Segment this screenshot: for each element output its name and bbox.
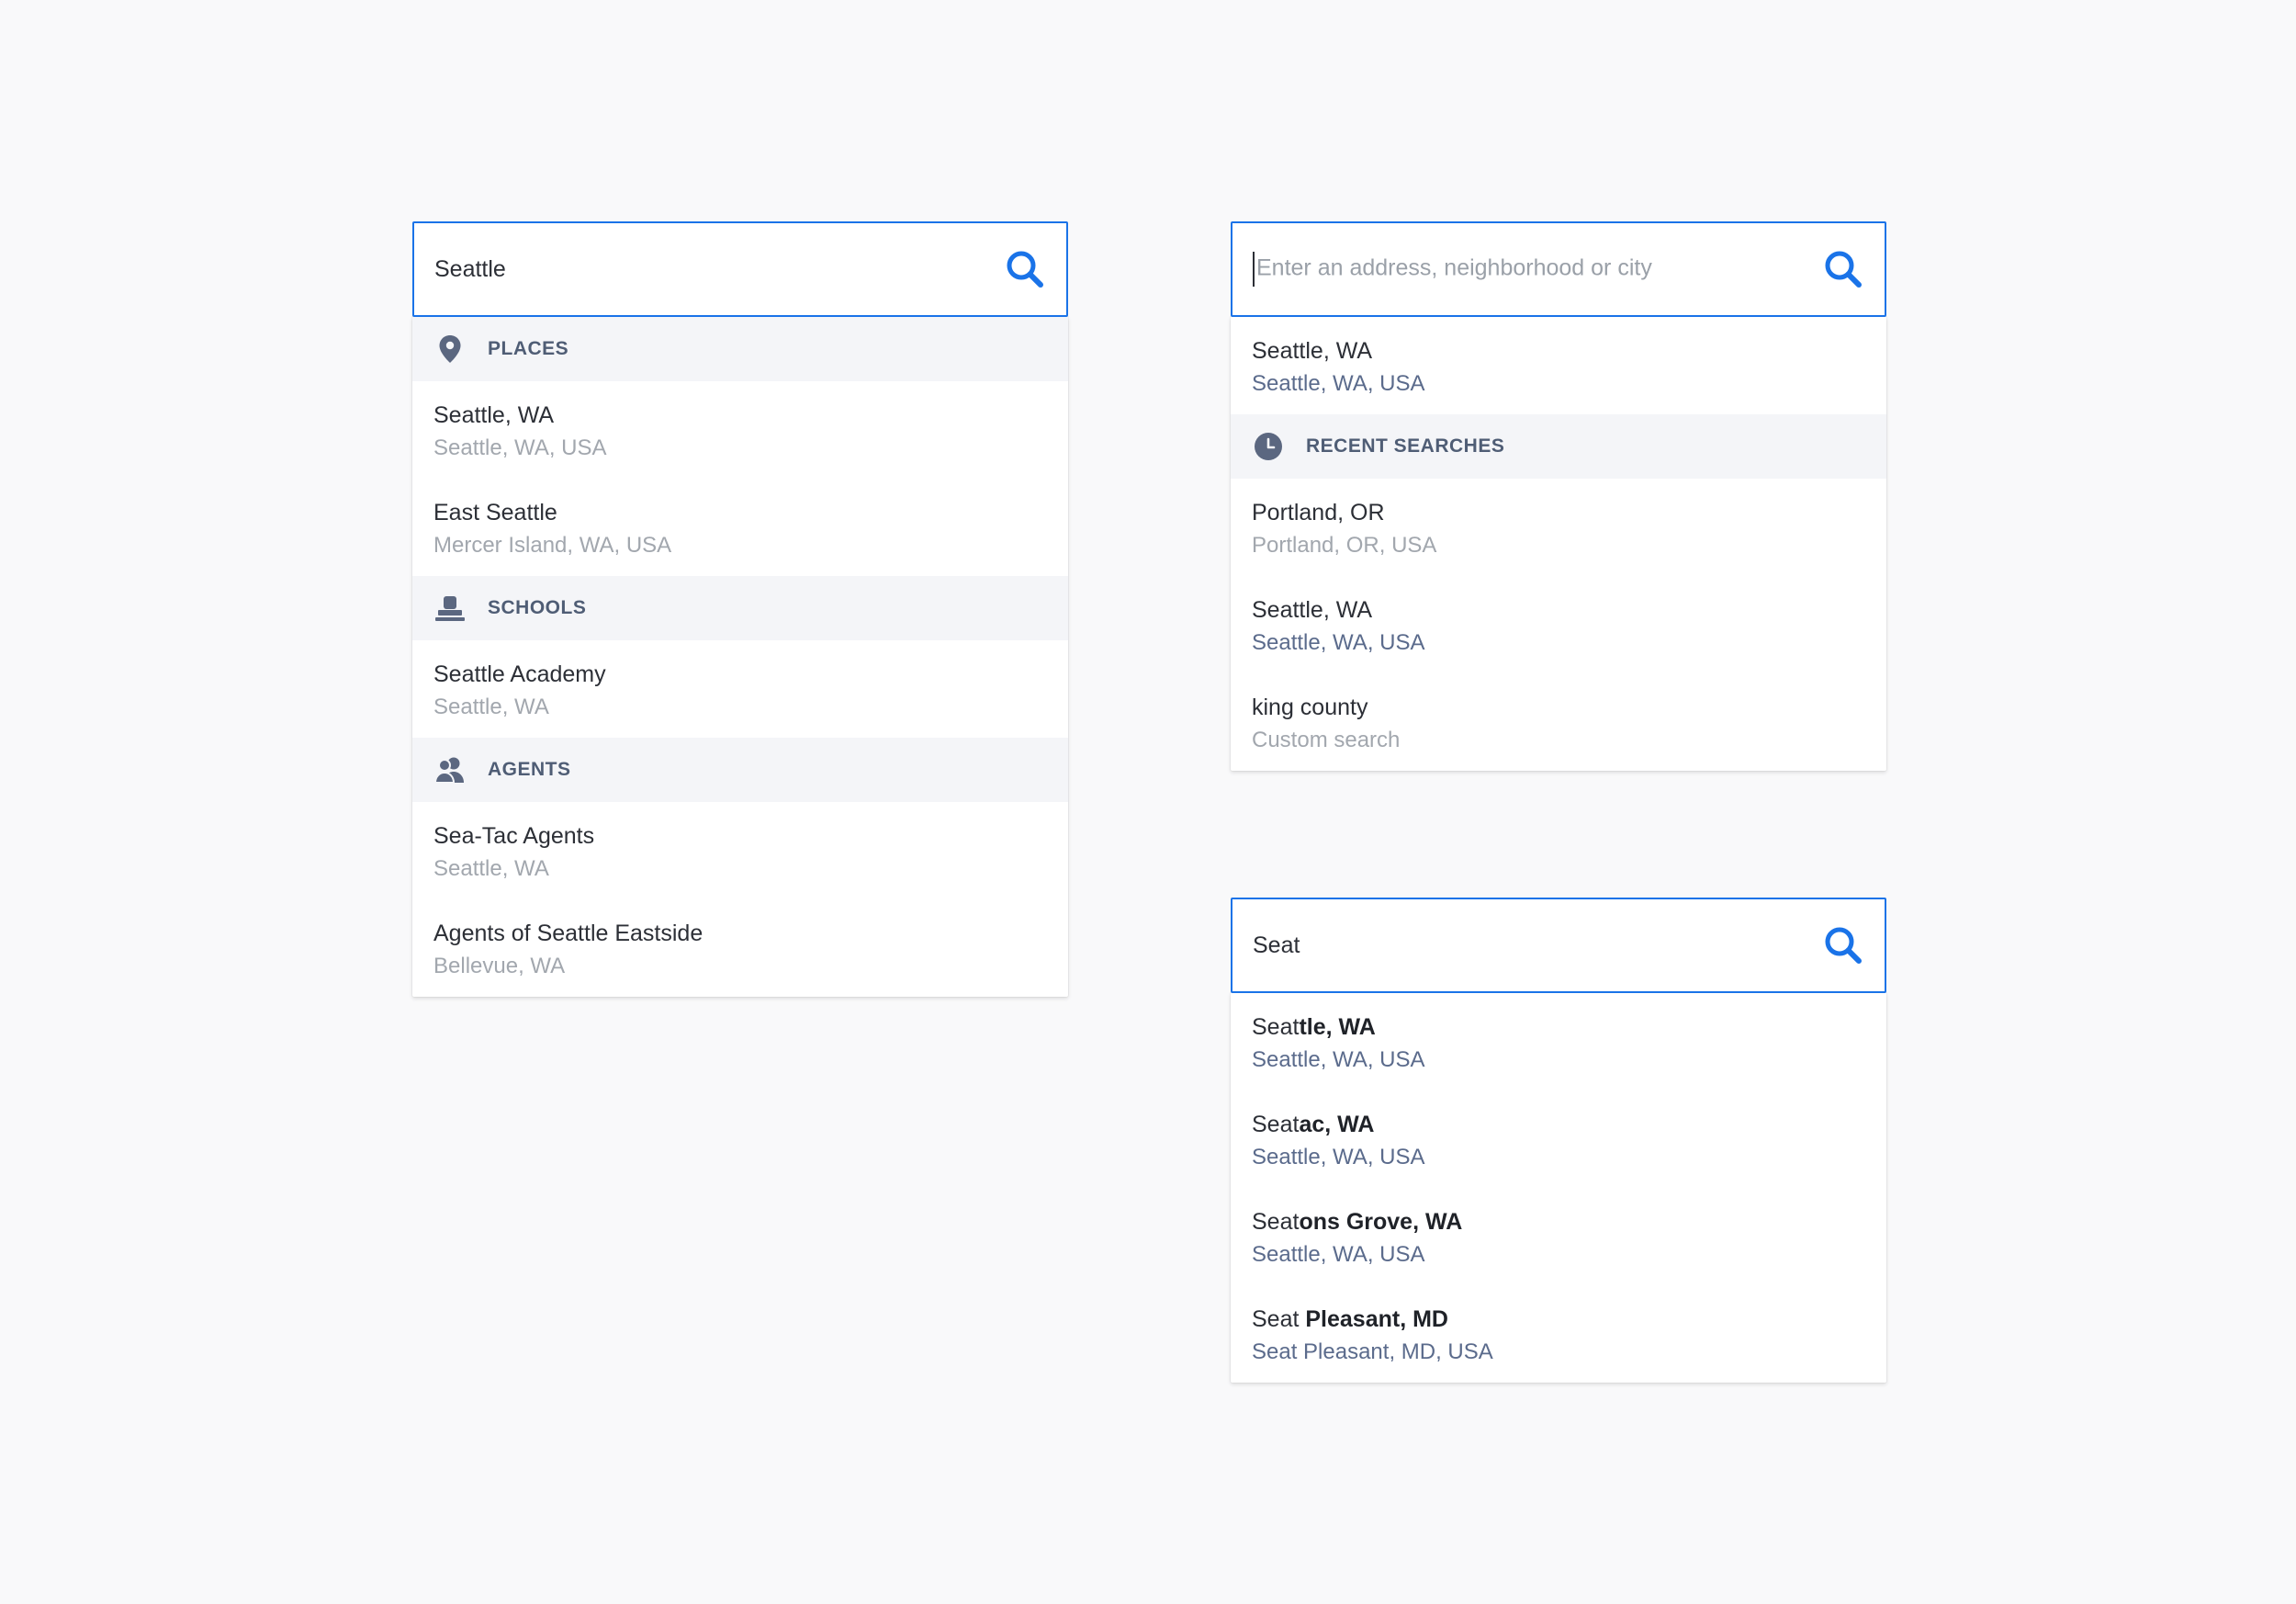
item-secondary: Seattle, WA	[433, 695, 549, 719]
item-secondary: Seat Pleasant, MD, USA	[1252, 1339, 1493, 1364]
section-header-recent-searches: RECENT SEARCHES	[1231, 414, 1886, 479]
list-item[interactable]: Seatons Grove, WA Seattle, WA, USA	[1231, 1188, 1886, 1285]
suggestions-dropdown: PLACES Seattle, WA Seattle, WA, USA East…	[412, 317, 1068, 997]
suggestions-dropdown: Seattle, WA Seattle, WA, USA RECENT SEAR…	[1231, 317, 1886, 771]
search-icon[interactable]	[1822, 248, 1864, 290]
list-item[interactable]: Seatac, WA Seattle, WA, USA	[1231, 1090, 1886, 1188]
search-widget-empty: Enter an address, neighborhood or city S…	[1231, 221, 1886, 771]
completion-text: ons Grove, WA	[1299, 1209, 1463, 1235]
section-title: AGENTS	[488, 759, 571, 780]
search-widget-categorized: Seattle PLACES Seattle, WA Seattle, WA, …	[412, 221, 1068, 997]
section-title: RECENT SEARCHES	[1306, 435, 1505, 457]
search-input-box[interactable]: Seattle	[412, 221, 1068, 317]
suggestions-dropdown: Seattle, WA Seattle, WA, USA Seatac, WA …	[1231, 993, 1886, 1383]
search-icon[interactable]	[1822, 924, 1864, 966]
match-text: Seat	[1252, 1112, 1300, 1137]
item-secondary: Seattle, WA, USA	[1252, 1242, 1425, 1267]
item-primary: Agents of Seattle Eastside	[433, 921, 703, 946]
match-text: Seat	[1252, 1014, 1300, 1040]
item-secondary: Seattle, WA, USA	[1252, 1047, 1425, 1072]
item-secondary: Mercer Island, WA, USA	[433, 533, 672, 558]
section-header-places: PLACES	[412, 317, 1068, 381]
item-primary: Seattle Academy	[433, 661, 606, 687]
search-widget-autocomplete: Seat Seattle, WA Seattle, WA, USA Seatac…	[1231, 898, 1886, 1383]
map-pin-icon	[434, 333, 466, 365]
section-title: SCHOOLS	[488, 597, 587, 618]
search-input[interactable]: Seat	[1253, 932, 1822, 959]
item-primary: Seattle, WA	[1252, 338, 1373, 364]
match-text: Seat	[1252, 1209, 1300, 1235]
completion-text: ac, WA	[1299, 1112, 1375, 1137]
list-item[interactable]: Agents of Seattle Eastside Bellevue, WA	[412, 899, 1068, 997]
list-item[interactable]: Seat Pleasant, MD Seat Pleasant, MD, USA	[1231, 1285, 1886, 1383]
search-placeholder: Enter an address, neighborhood or city	[1256, 254, 1652, 281]
list-item[interactable]: Seattle Academy Seattle, WA	[412, 640, 1068, 738]
item-primary: king county	[1252, 695, 1368, 720]
list-item[interactable]: king county Custom search	[1231, 673, 1886, 771]
list-item[interactable]: Seattle, WA Seattle, WA, USA	[1231, 576, 1886, 673]
item-primary: Portland, OR	[1252, 500, 1385, 525]
search-icon[interactable]	[1004, 248, 1046, 290]
item-primary: Seattle, WA	[433, 402, 555, 428]
item-primary: Seat Pleasant, MD	[1252, 1304, 1886, 1336]
item-primary: East Seattle	[433, 500, 557, 525]
search-input-box[interactable]: Seat	[1231, 898, 1886, 993]
item-primary: Seattle, WA	[1252, 1011, 1886, 1044]
item-secondary: Seattle, WA, USA	[1252, 1145, 1425, 1169]
item-primary: Seatons Grove, WA	[1252, 1206, 1886, 1238]
list-item[interactable]: Seattle, WA Seattle, WA, USA	[1231, 993, 1886, 1090]
list-item[interactable]: Seattle, WA Seattle, WA, USA	[412, 381, 1068, 479]
item-primary: Sea-Tac Agents	[433, 823, 595, 849]
text-caret	[1253, 252, 1255, 287]
list-item[interactable]: Portland, OR Portland, OR, USA	[1231, 479, 1886, 576]
list-item[interactable]: East Seattle Mercer Island, WA, USA	[412, 479, 1068, 576]
item-secondary: Portland, OR, USA	[1252, 533, 1437, 558]
section-header-schools: SCHOOLS	[412, 576, 1068, 640]
completion-text: Pleasant, MD	[1305, 1306, 1448, 1332]
section-title: PLACES	[488, 338, 569, 359]
item-secondary: Seattle, WA, USA	[433, 435, 607, 460]
search-input[interactable]: Enter an address, neighborhood or city	[1253, 252, 1822, 287]
item-primary: Seattle, WA	[1252, 597, 1373, 623]
search-input-box[interactable]: Enter an address, neighborhood or city	[1231, 221, 1886, 317]
agents-icon	[434, 754, 466, 785]
match-text: Seat	[1252, 1306, 1306, 1332]
completion-text: tle, WA	[1299, 1014, 1376, 1040]
search-input[interactable]: Seattle	[434, 256, 1004, 283]
section-header-agents: AGENTS	[412, 738, 1068, 802]
item-secondary: Seattle, WA, USA	[1252, 371, 1425, 396]
item-secondary: Seattle, WA	[433, 856, 549, 881]
list-item[interactable]: Sea-Tac Agents Seattle, WA	[412, 802, 1068, 899]
item-secondary: Bellevue, WA	[433, 954, 566, 978]
school-icon	[434, 593, 466, 624]
item-secondary: Custom search	[1252, 728, 1401, 752]
clock-icon	[1253, 431, 1284, 462]
list-item-current-location[interactable]: Seattle, WA Seattle, WA, USA	[1231, 317, 1886, 414]
item-secondary: Seattle, WA, USA	[1252, 630, 1425, 655]
item-primary: Seatac, WA	[1252, 1109, 1886, 1141]
